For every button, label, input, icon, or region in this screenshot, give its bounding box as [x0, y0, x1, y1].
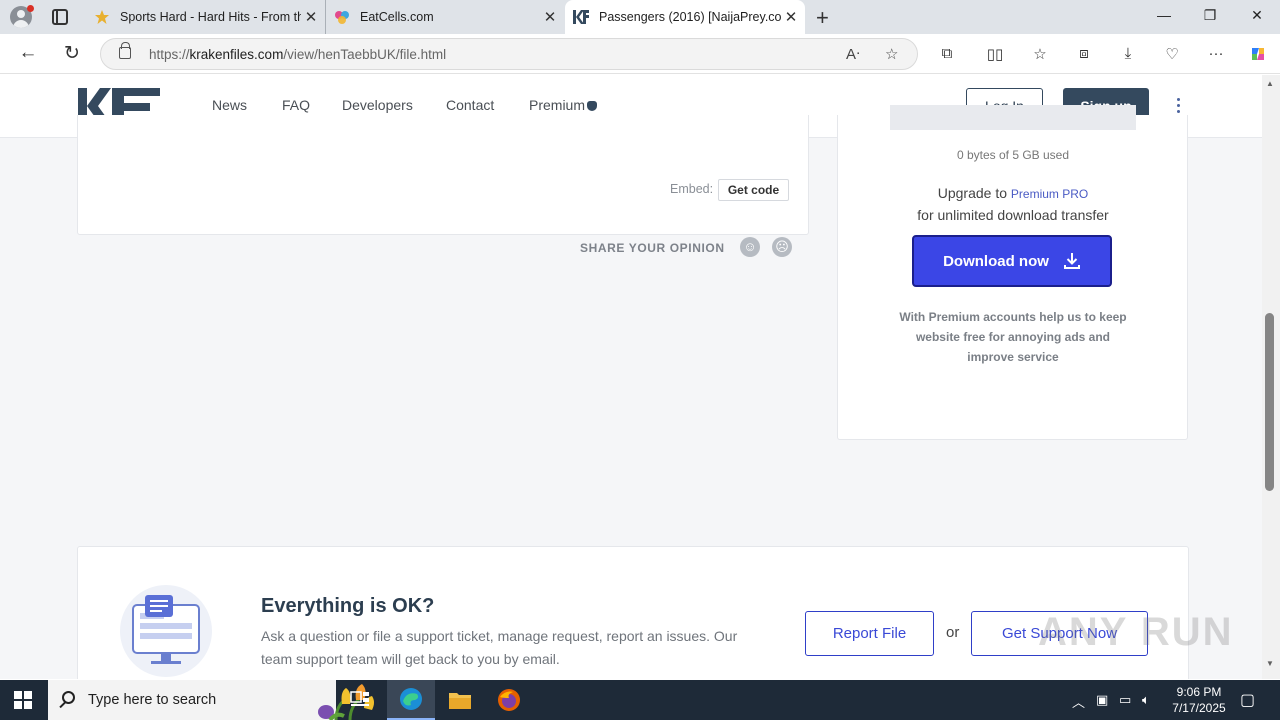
scroll-down-icon[interactable]: ▼: [1266, 659, 1274, 668]
file-explorer-icon[interactable]: [436, 680, 484, 720]
extensions-icon[interactable]: ⧉: [936, 45, 958, 62]
download-panel: 0 bytes of 5 GB used Upgrade to Premium …: [837, 105, 1188, 440]
premium-note: With Premium accounts help us to keep we…: [899, 310, 1127, 364]
tab-strip: Sports Hard - Hard Hits - From th ✕ EatC…: [0, 0, 1280, 34]
nav-news[interactable]: News: [212, 97, 247, 113]
volume-icon[interactable]: 🔈︎: [1142, 692, 1150, 708]
page-viewport: News FAQ Developers Contact Premium Log …: [0, 75, 1262, 679]
browser-essentials-icon[interactable]: ♡: [1161, 45, 1183, 63]
refresh-icon[interactable]: ↻: [60, 42, 84, 65]
share-opinion-label: SHARE YOUR OPINION: [580, 241, 725, 255]
support-monitor-illustration: [120, 585, 212, 677]
or-label: or: [946, 624, 960, 641]
support-text: Ask a question or file a support ticket,…: [261, 628, 738, 667]
windows-taskbar: Type here to search ︿ ▣ ▭ 🔈︎ 9:06 PM 7/1…: [0, 680, 1280, 720]
download-now-button[interactable]: Download now: [912, 235, 1112, 287]
tab-passengers[interactable]: Passengers (2016) [NaijaPrey.com ✕: [565, 0, 805, 34]
new-tab-icon[interactable]: +: [816, 5, 829, 31]
get-code-button[interactable]: Get code: [718, 179, 789, 201]
collections-icon[interactable]: ⧈: [1073, 45, 1095, 62]
task-view-icon[interactable]: [336, 680, 384, 720]
firefox-icon[interactable]: [485, 680, 533, 720]
tab-actions-icon[interactable]: [52, 9, 68, 25]
embed-label: Embed:: [670, 182, 714, 196]
split-screen-icon[interactable]: ▯▯: [984, 45, 1006, 63]
lock-icon[interactable]: [119, 42, 131, 59]
frown-icon[interactable]: ☹: [772, 237, 792, 257]
clock-date: 7/17/2025: [1172, 701, 1226, 715]
upgrade-prefix: Upgrade to: [937, 185, 1011, 201]
tray-chevron-icon[interactable]: ︿: [1072, 692, 1085, 711]
taskbar-clock[interactable]: 9:06 PM 7/17/2025: [1160, 684, 1238, 716]
address-bar[interactable]: https://krakenfiles.com/view/henTaebbUK/…: [100, 38, 918, 70]
taskbar-search[interactable]: Type here to search: [48, 680, 374, 720]
support-title: Everything is OK?: [261, 595, 435, 617]
copilot-icon[interactable]: [1247, 45, 1269, 67]
notifications-icon[interactable]: ▢: [1240, 690, 1255, 710]
favorites-icon[interactable]: ☆: [1029, 45, 1051, 63]
download-icon: [1063, 253, 1080, 269]
upgrade-line-2: for unlimited download transfer: [917, 207, 1109, 223]
url-path: /view/henTaebbUK/file.html: [283, 47, 447, 62]
url-prefix: https://: [149, 47, 190, 62]
url-host: krakenfiles.com: [189, 47, 284, 62]
tab-title: EatCells.com: [360, 10, 434, 24]
premium-pro-link[interactable]: Premium PRO: [1011, 187, 1088, 201]
more-menu-icon[interactable]: ···: [1205, 45, 1227, 62]
favorite-star-icon[interactable]: ☆: [885, 45, 898, 63]
usage-bar: [890, 105, 1136, 130]
download-label: Download now: [943, 252, 1049, 270]
nav-developers[interactable]: Developers: [342, 97, 413, 113]
anyrun-watermark: ANY RUN: [1038, 610, 1234, 654]
kebab-menu-icon[interactable]: [1172, 97, 1184, 115]
notification-dot: [27, 5, 34, 12]
tray-device-icon[interactable]: ▣: [1096, 692, 1108, 708]
edge-taskbar-icon[interactable]: [387, 680, 435, 720]
scroll-up-icon[interactable]: ▲: [1266, 79, 1274, 88]
smile-icon[interactable]: ☺: [740, 237, 760, 257]
nav-premium-label: Premium: [529, 97, 586, 113]
report-file-button[interactable]: Report File: [805, 611, 934, 656]
search-placeholder: Type here to search: [88, 692, 217, 708]
downloads-icon[interactable]: ⤓: [1117, 45, 1139, 62]
nav-contact[interactable]: Contact: [446, 97, 494, 113]
search-icon: [62, 691, 75, 704]
tab-sports-hard[interactable]: Sports Hard - Hard Hits - From th ✕: [86, 0, 326, 34]
kf-logo-icon: [573, 9, 589, 25]
browser-toolbar: ← ↻ https://krakenfiles.com/view/henTaeb…: [0, 34, 1280, 74]
usage-text: 0 bytes of 5 GB used: [956, 148, 1070, 162]
url-text[interactable]: https://krakenfiles.com/view/henTaebbUK/…: [149, 47, 446, 62]
read-aloud-icon[interactable]: A͏ᐧ: [846, 45, 860, 63]
clock-time: 9:06 PM: [1176, 685, 1222, 699]
network-icon[interactable]: ▭: [1119, 692, 1131, 708]
support-card: Everything is OK? Ask a question or file…: [77, 546, 1189, 679]
close-tab-icon[interactable]: ✕: [540, 8, 560, 26]
colorful-logo-icon: [334, 9, 350, 25]
restore-icon[interactable]: ❐: [1200, 7, 1220, 24]
close-tab-icon[interactable]: ✕: [781, 8, 801, 26]
back-icon[interactable]: ←: [16, 42, 40, 64]
star-logo-icon: [94, 9, 110, 25]
tab-title: Sports Hard - Hard Hits - From th: [120, 10, 301, 24]
scrollbar-thumb[interactable]: [1265, 313, 1274, 491]
close-window-icon[interactable]: ✕: [1247, 7, 1267, 24]
tab-title: Passengers (2016) [NaijaPrey.com: [599, 10, 781, 24]
windows-start-icon[interactable]: [14, 691, 32, 709]
upgrade-line: Upgrade to Premium PRO: [838, 185, 1188, 201]
close-tab-icon[interactable]: ✕: [301, 8, 321, 26]
tab-eatcells[interactable]: EatCells.com ✕: [326, 0, 564, 34]
page-scrollbar[interactable]: ▲ ▼: [1262, 75, 1280, 679]
minimize-icon[interactable]: —: [1154, 7, 1174, 23]
shield-icon: [587, 101, 598, 111]
nav-faq[interactable]: FAQ: [282, 97, 310, 113]
file-info-card: Embed: Get code SHARE YOUR OPINION ☺ ☹: [77, 115, 809, 257]
nav-premium[interactable]: Premium: [529, 97, 598, 113]
